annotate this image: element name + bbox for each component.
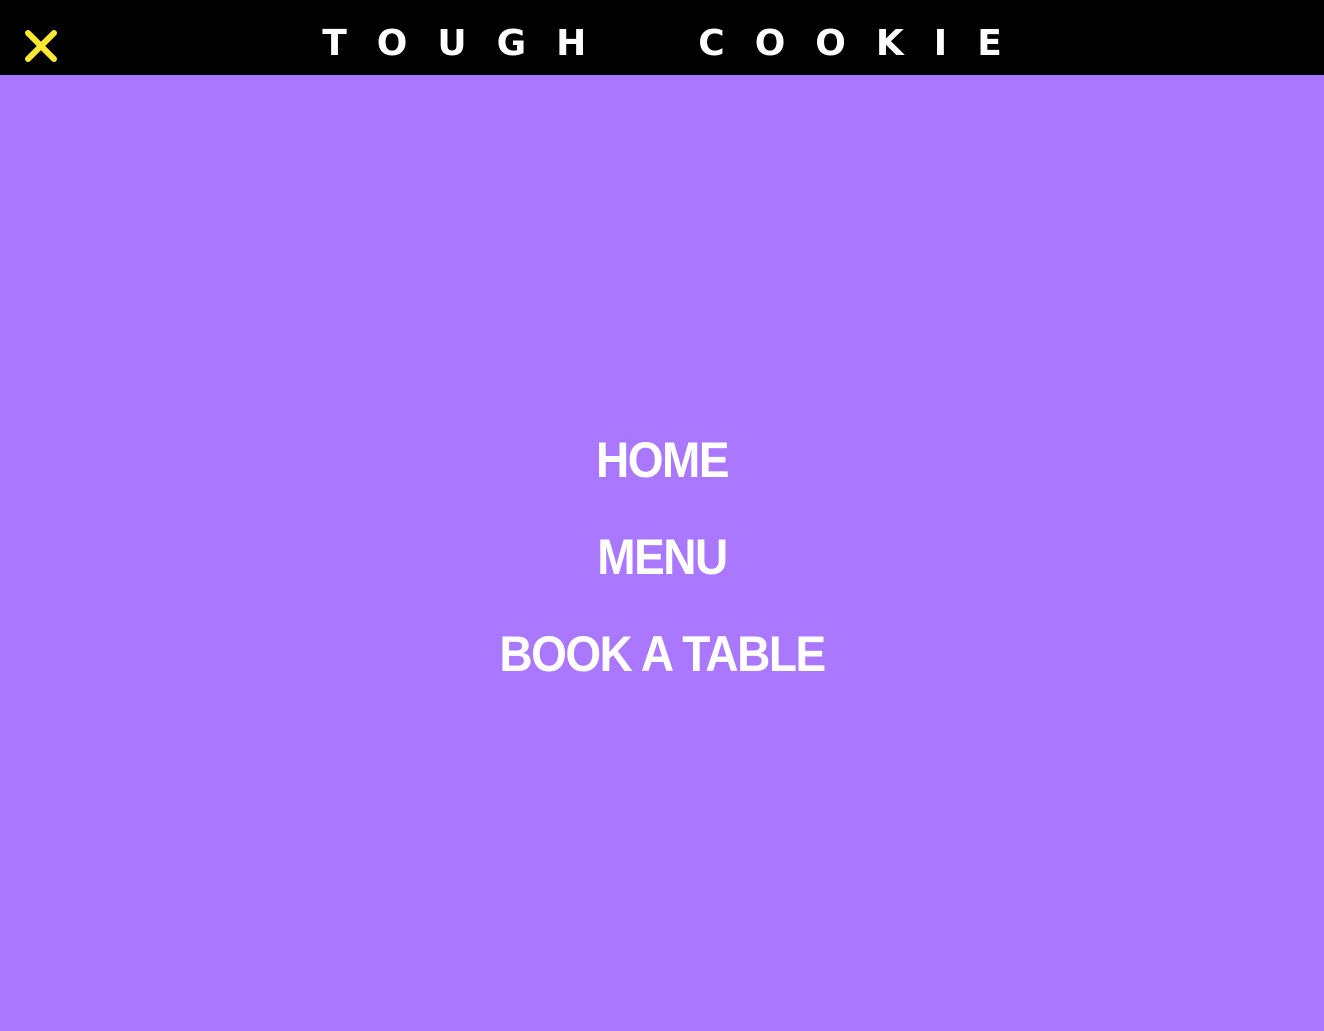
nav-link-book-a-table[interactable]: BOOK A TABLE [499, 620, 826, 725]
brand-word-cookie: COOKIE [698, 23, 1032, 64]
site-header: TOUGH COOKIE [0, 0, 1324, 75]
menu-overlay: HOME MENU BOOK A TABLE [0, 75, 1324, 1031]
brand-word-tough: TOUGH [322, 23, 617, 64]
brand-logo[interactable]: TOUGH COOKIE [0, 0, 1324, 75]
main-navigation: HOME MENU BOOK A TABLE [0, 430, 1324, 721]
nav-link-home[interactable]: HOME [596, 426, 730, 531]
nav-link-menu[interactable]: MENU [597, 523, 728, 628]
